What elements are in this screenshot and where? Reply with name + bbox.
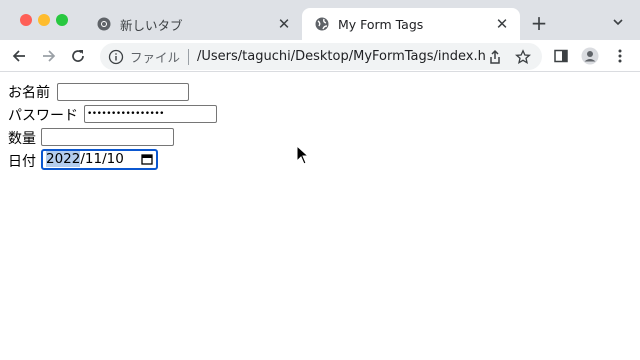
profile-avatar-icon[interactable] (580, 46, 600, 66)
new-tab-button[interactable]: + (530, 13, 548, 33)
mouse-cursor-icon (296, 144, 310, 165)
tab-strip: 新しいタブ ✕ My Form Tags ✕ + (0, 0, 640, 40)
globe-icon (314, 16, 330, 32)
quantity-row: 数量 (8, 128, 36, 148)
minimize-window-button[interactable] (38, 14, 50, 26)
back-arrow-icon[interactable] (9, 46, 29, 66)
address-bar[interactable]: ファイル /Users/taguchi/Desktop/MyFormTags/i… (100, 43, 542, 70)
url-text[interactable]: /Users/taguchi/Desktop/MyFormTags/index.… (197, 49, 486, 64)
tab-title: My Form Tags (338, 16, 424, 32)
side-panel-icon[interactable] (551, 46, 571, 66)
tab-new-tab[interactable]: 新しいタブ ✕ (84, 8, 302, 40)
quantity-label: 数量 (8, 131, 36, 147)
info-icon[interactable] (108, 49, 124, 65)
calendar-icon[interactable] (141, 153, 153, 168)
file-scheme-label: ファイル (130, 50, 181, 65)
close-icon[interactable]: ✕ (494, 16, 510, 32)
page-content: お名前 パスワード •••••••••••••••• 数量 日付 2022/11… (0, 72, 640, 360)
share-icon[interactable] (486, 48, 504, 66)
tab-title: 新しいタブ (120, 17, 183, 33)
tab-my-form-tags[interactable]: My Form Tags ✕ (302, 8, 520, 40)
date-year-segment[interactable]: 2022 (46, 151, 81, 167)
close-window-button[interactable] (20, 14, 32, 26)
date-label: 日付 (8, 154, 36, 170)
toolbar: ファイル /Users/taguchi/Desktop/MyFormTags/i… (0, 40, 640, 72)
reload-icon[interactable] (68, 46, 88, 66)
date-row: 日付 (8, 151, 36, 171)
password-label: パスワード (8, 108, 78, 124)
browser-chrome: 新しいタブ ✕ My Form Tags ✕ + ファイル /Users/tag… (0, 0, 640, 72)
star-icon[interactable] (514, 48, 532, 66)
omnibox-divider (188, 48, 190, 65)
password-row: パスワード (8, 105, 78, 125)
password-input[interactable]: •••••••••••••••• (84, 105, 217, 123)
date-input[interactable]: 2022/11/10 (41, 149, 158, 170)
zoom-window-button[interactable] (56, 14, 68, 26)
quantity-input[interactable] (41, 128, 174, 146)
date-rest-segment[interactable]: /11/10 (80, 151, 123, 167)
close-icon[interactable]: ✕ (276, 16, 292, 32)
chrome-icon (96, 16, 112, 32)
name-row: お名前 (8, 82, 50, 102)
name-input[interactable] (57, 83, 189, 101)
more-menu-icon[interactable] (610, 46, 630, 66)
forward-arrow-icon[interactable] (39, 46, 59, 66)
chevron-down-icon[interactable] (610, 14, 626, 30)
name-label: お名前 (8, 85, 50, 101)
